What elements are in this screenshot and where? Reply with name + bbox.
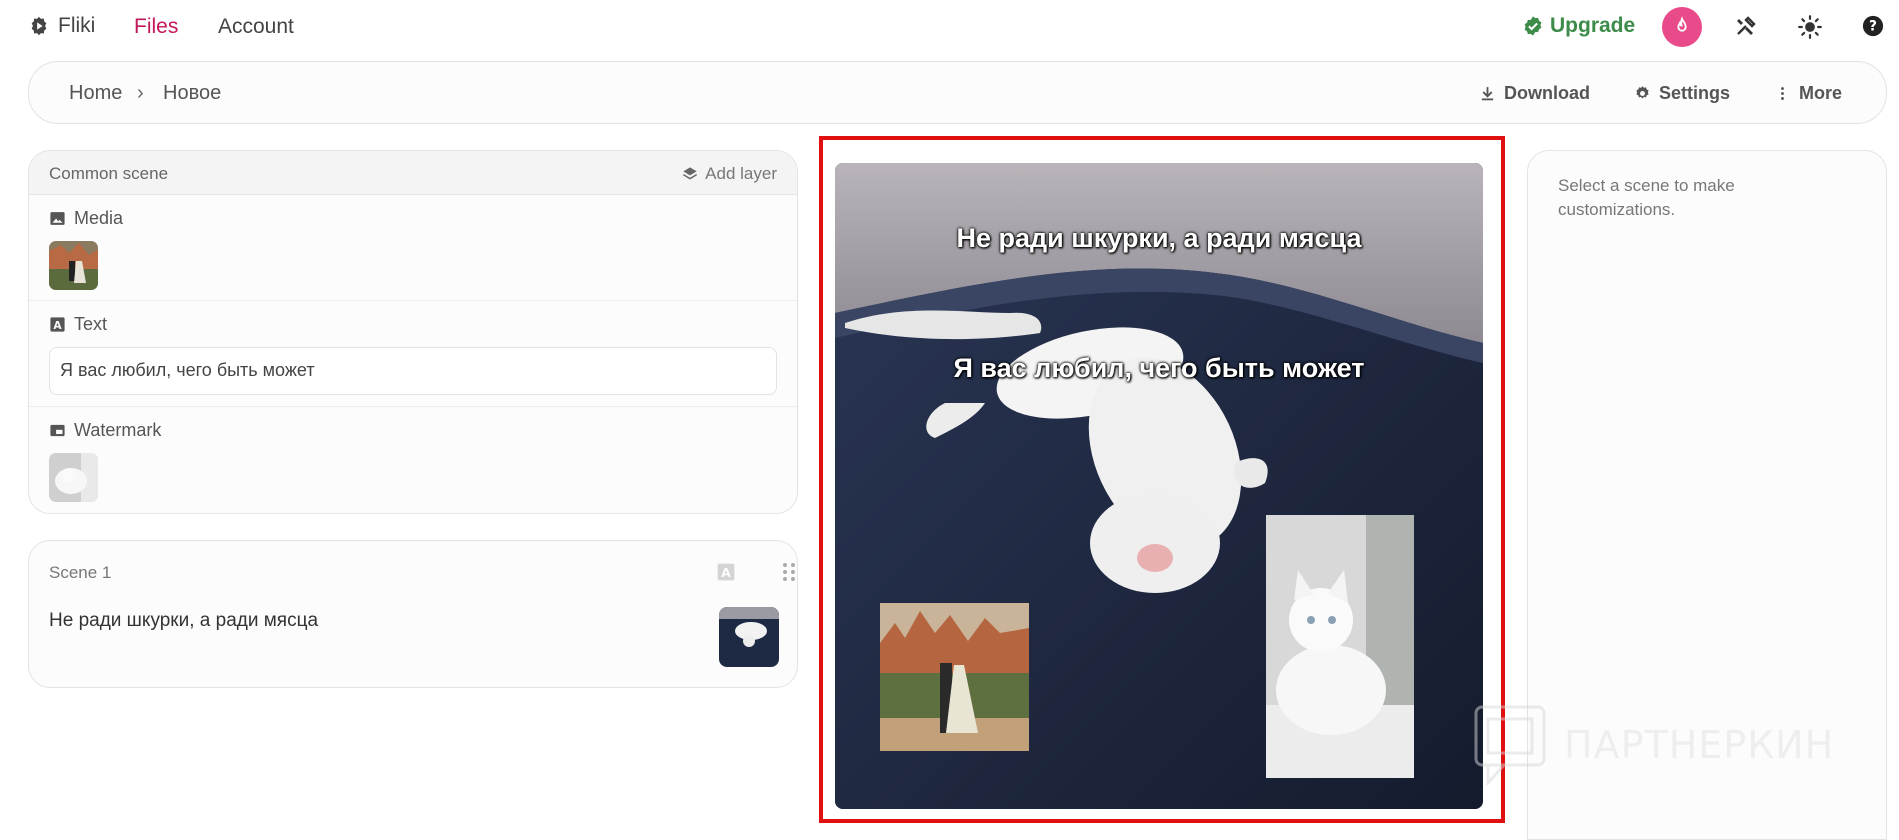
add-layer-button[interactable]: Add layer <box>682 164 777 184</box>
breadcrumb-current[interactable]: Новое <box>163 82 221 105</box>
partnerkin-watermark-logo: ПАРТНЕРКИН <box>1474 705 1834 785</box>
upgrade-label: Upgrade <box>1550 14 1636 37</box>
svg-text:?: ? <box>1869 19 1877 35</box>
sun-icon[interactable] <box>1797 14 1823 40</box>
drag-handle-icon[interactable] <box>781 561 797 583</box>
media-thumbnail-image <box>49 241 98 290</box>
partnerkin-watermark-text: ПАРТНЕРКИН <box>1564 723 1835 767</box>
tools-icon[interactable] <box>1734 14 1758 38</box>
breadcrumb: Home › Новое Download Settings More <box>28 61 1887 124</box>
preview-highlight-frame: Не ради шкурки, а ради мясца Я вас любил… <box>819 136 1505 823</box>
top-bar: Fliki Files Account Upgrade ? <box>0 0 1899 54</box>
watermark-layer[interactable]: Watermark <box>29 407 797 513</box>
download-label: Download <box>1503 83 1590 103</box>
settings-button[interactable]: Settings <box>1634 83 1730 104</box>
fliki-logo-icon <box>31 16 47 36</box>
watermark-layer-label: Watermark <box>49 420 161 441</box>
text-layer[interactable]: A Text Я вас любил, чего быть может <box>29 301 797 407</box>
preview-overlay-text-1[interactable]: Не ради шкурки, а ради мясца <box>835 223 1483 254</box>
help-icon[interactable]: ? <box>1862 15 1884 37</box>
upgrade-button[interactable]: Upgrade <box>1522 14 1635 38</box>
nav-account[interactable]: Account <box>218 15 294 39</box>
brand-name: Fliki <box>58 14 96 37</box>
media-thumbnail[interactable] <box>49 241 98 290</box>
scene-title: Scene 1 <box>49 563 112 582</box>
media-layer-label: Media <box>49 208 123 229</box>
verified-badge-icon <box>1524 16 1542 36</box>
customization-hint: Select a scene to make customizations. <box>1558 176 1735 219</box>
preview-media-couple[interactable] <box>880 603 1029 751</box>
download-icon <box>1481 87 1494 101</box>
more-label: More <box>1798 83 1842 103</box>
scene-card[interactable]: Scene 1 A Не ради шкурки, а ради мясца <box>28 540 798 688</box>
image-icon <box>50 212 65 225</box>
toolbar-actions: Download Settings More <box>1479 83 1842 104</box>
download-button[interactable]: Download <box>1479 83 1590 104</box>
svg-text:A: A <box>721 565 731 580</box>
media-label-text: Media <box>74 208 124 228</box>
breadcrumb-home[interactable]: Home <box>69 82 122 105</box>
breadcrumb-separator: › <box>137 82 144 104</box>
media-layer[interactable]: Media <box>29 195 797 301</box>
watermark-thumbnail[interactable] <box>49 453 98 502</box>
scene-thumbnail[interactable] <box>719 607 779 667</box>
flame-icon <box>1677 16 1687 32</box>
preview-media-cat[interactable] <box>1266 515 1414 778</box>
more-button[interactable]: More <box>1774 83 1842 104</box>
more-vertical-icon <box>1781 87 1784 100</box>
brand-logo[interactable]: Fliki <box>28 14 95 38</box>
scene-text: Не ради шкурки, а ради мясца <box>49 610 319 631</box>
text-a-icon: A <box>50 317 65 332</box>
scene-thumbnail-image <box>719 607 779 667</box>
common-scene-card: Common scene Add layer Media A Text Я ва… <box>28 150 798 514</box>
nav-files[interactable]: Files <box>134 15 178 39</box>
add-layer-label: Add layer <box>705 164 777 183</box>
text-layer-label: A Text <box>49 314 107 335</box>
scene-preview-canvas[interactable]: Не ради шкурки, а ради мясца Я вас любил… <box>835 163 1483 809</box>
layers-icon <box>683 167 698 180</box>
svg-text:A: A <box>53 319 62 332</box>
cat-photo-image <box>1266 515 1414 778</box>
couple-photo-image <box>880 603 1029 751</box>
watermark-thumbnail-image <box>49 453 98 502</box>
text-layer-input[interactable]: Я вас любил, чего быть может <box>49 347 777 395</box>
settings-label: Settings <box>1658 83 1730 103</box>
avatar[interactable] <box>1662 7 1702 47</box>
text-label-text: Text <box>74 314 108 334</box>
preview-overlay-text-2[interactable]: Я вас любил, чего быть может <box>835 353 1483 384</box>
watermark-icon <box>50 424 65 437</box>
common-scene-header: Common scene Add layer <box>29 151 797 195</box>
watermark-label-text: Watermark <box>74 420 162 440</box>
gear-icon <box>1636 86 1649 99</box>
text-a-icon[interactable]: A <box>716 562 736 582</box>
chat-bubble-logo-icon <box>1474 705 1546 785</box>
common-scene-title: Common scene <box>49 164 169 183</box>
